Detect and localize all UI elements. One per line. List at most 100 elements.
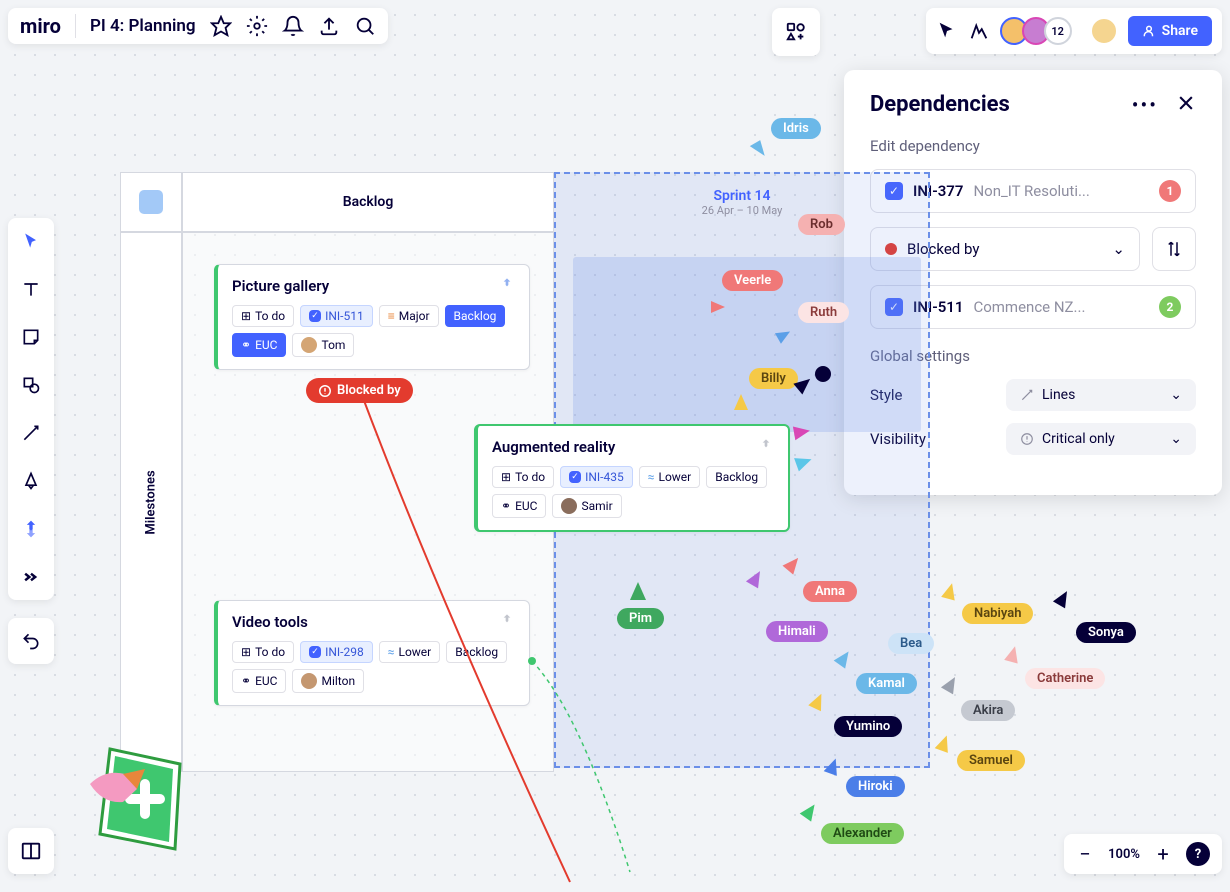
swap-button[interactable]: [1152, 227, 1196, 271]
sprint-column-header: Sprint 14 26 Apr – 10 May: [554, 172, 930, 232]
zoom-controls: − 100% + ?: [1064, 834, 1222, 874]
logo[interactable]: miro: [20, 14, 61, 38]
status-tag: ⊞ To do: [492, 466, 554, 488]
edit-dependency-label: Edit dependency: [870, 137, 1196, 155]
cursor-pim: Pim: [617, 608, 664, 629]
settings-icon[interactable]: [246, 15, 268, 37]
card-augmented-reality[interactable]: Augmented reality ⊞ To do ✓INI-435 ≈Lowe…: [474, 424, 790, 532]
planning-board[interactable]: Backlog Milestones Sprint 14 26 Apr – 10…: [120, 172, 930, 772]
priority-tag: ≡Major: [379, 305, 439, 327]
chevron-down-icon: ⌄: [1170, 431, 1182, 447]
shape-tool[interactable]: [16, 370, 46, 400]
line-tool[interactable]: [16, 418, 46, 448]
team-tag: ⚭ EUC: [232, 333, 286, 357]
id-tag: ✓INI-511: [300, 305, 373, 327]
cursor-alexander: Alexander: [821, 823, 904, 844]
cursor-anna: Anna: [803, 581, 857, 602]
cursor-ruth: Ruth: [798, 302, 849, 323]
relationship-value: Blocked by: [907, 240, 1102, 258]
star-icon[interactable]: [210, 15, 232, 37]
zoom-level[interactable]: 100%: [1108, 847, 1140, 862]
chevron-down-icon: ⌄: [1170, 387, 1182, 403]
self-avatar[interactable]: [1090, 17, 1118, 45]
cursor-arrow-icon: [711, 301, 725, 313]
cursor-billy: Billy: [749, 368, 798, 389]
cursor-hiroki: Hiroki: [846, 776, 905, 797]
dep-badge: 2: [1159, 296, 1181, 318]
dep-badge: 1: [1159, 180, 1181, 202]
cursor-veerle: Veerle: [722, 270, 783, 291]
frames-button[interactable]: [8, 828, 54, 874]
search-icon[interactable]: [354, 15, 376, 37]
export-icon[interactable]: [318, 15, 340, 37]
sticky-tool[interactable]: [16, 322, 46, 352]
divider: [75, 14, 76, 38]
cursor-arrow-icon: [734, 394, 748, 410]
issue-name: Commence NZ...: [973, 298, 1149, 316]
cursor-himali: Himali: [766, 621, 828, 642]
style-value: Lines: [1042, 387, 1162, 403]
undo-button[interactable]: [8, 618, 54, 664]
bell-icon[interactable]: [282, 15, 304, 37]
card-video-tools[interactable]: Video tools ⊞ To do ✓INI-298 ≈Lower Back…: [214, 600, 530, 706]
apps-button[interactable]: [772, 8, 820, 56]
more-icon[interactable]: •••: [1132, 93, 1158, 117]
visibility-select[interactable]: Critical only ⌄: [1006, 423, 1196, 455]
team-tag: ⚭ EUC: [492, 494, 546, 518]
id-tag: ✓INI-435: [560, 466, 633, 488]
column-tag: Backlog: [446, 641, 507, 663]
column-tag: Backlog: [706, 466, 767, 488]
id-tag: ✓INI-298: [300, 641, 373, 663]
issue-name: Non_IT Resoluti...: [973, 182, 1149, 200]
swimlane-avatar-header: [120, 172, 182, 232]
presence-avatars[interactable]: 12: [1000, 17, 1072, 45]
cursor-yumino: Yumino: [834, 716, 902, 737]
zoom-out-button[interactable]: −: [1076, 842, 1094, 866]
cursor-mode-icon[interactable]: [936, 20, 958, 42]
assignee-tag: Tom: [292, 333, 354, 357]
share-label: Share: [1162, 23, 1198, 39]
priority-tag: ≈Lower: [379, 641, 441, 663]
cursor-sonya: Sonya: [1076, 622, 1136, 643]
close-icon[interactable]: [1176, 93, 1196, 117]
collaboration-bar: 12 Share: [926, 8, 1222, 54]
style-select[interactable]: Lines ⌄: [1006, 379, 1196, 411]
team-tag: ⚭ EUC: [232, 669, 286, 693]
milestones-column: Milestones: [120, 232, 182, 772]
reactions-icon[interactable]: [968, 20, 990, 42]
status-tag: ⊞ To do: [232, 641, 294, 663]
priority-tag: ≈Lower: [639, 466, 701, 488]
avatar-overflow: 12: [1044, 17, 1072, 45]
pen-tool[interactable]: [16, 466, 46, 496]
card-picture-gallery[interactable]: Picture gallery ⊞ To do ✓INI-511 ≡Major …: [214, 264, 530, 370]
cursor-kamal: Kamal: [856, 673, 917, 694]
board-title[interactable]: PI 4: Planning: [90, 16, 196, 36]
sticker: [75, 734, 205, 864]
cursor-akira: Akira: [961, 700, 1015, 721]
chevron-down-icon: ⌄: [1112, 240, 1125, 258]
jira-tool[interactable]: [16, 514, 46, 544]
cursor-rob: Rob: [798, 214, 845, 235]
zoom-in-button[interactable]: +: [1154, 842, 1172, 866]
backlog-column-header: Backlog: [182, 172, 554, 232]
share-button[interactable]: Share: [1128, 16, 1212, 46]
more-tools[interactable]: [16, 562, 46, 592]
cursor-arrow-icon: [793, 424, 811, 441]
select-tool[interactable]: [16, 226, 46, 256]
panel-title: Dependencies: [870, 92, 1010, 117]
help-button[interactable]: ?: [1186, 842, 1210, 866]
cursor-dot: [815, 366, 831, 382]
cursor-nabiyah: Nabiyah: [962, 603, 1033, 624]
cursor-bea: Bea: [888, 633, 934, 654]
top-toolbar: miro PI 4: Planning: [8, 8, 388, 44]
assignee-tag: Samir: [552, 494, 621, 518]
text-tool[interactable]: [16, 274, 46, 304]
cursor-catherine: Catherine: [1025, 668, 1105, 689]
assignee-tag: Milton: [292, 669, 364, 693]
visibility-value: Critical only: [1042, 431, 1162, 447]
cursor-arrow-icon: [630, 582, 646, 600]
column-tag: Backlog: [445, 305, 506, 327]
cursor-idris: Idris: [771, 118, 821, 139]
status-tag: ⊞ To do: [232, 305, 294, 327]
blocked-by-badge[interactable]: Blocked by: [306, 378, 413, 403]
